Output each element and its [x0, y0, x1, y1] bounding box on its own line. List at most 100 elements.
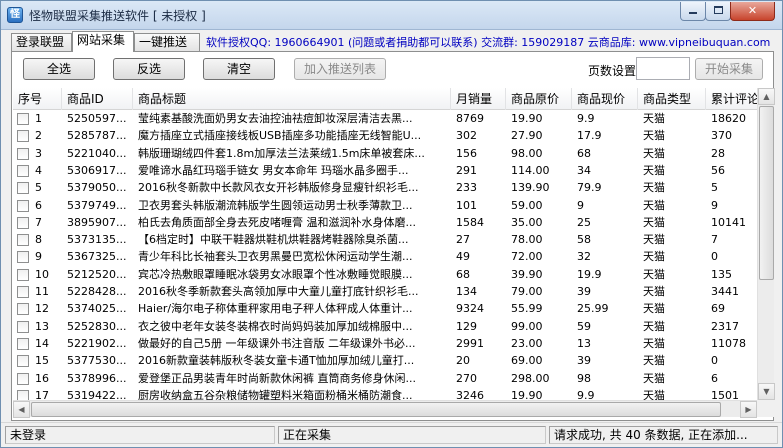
title-bar[interactable]: 怪 怪物联盟采集推送软件 [ 未授权 ] ✕: [1, 1, 782, 30]
license-info: 软件授权QQ: 1960664901 (问题或者捐助都可以联系) 交流群: 15…: [206, 36, 771, 49]
cell-product-id: 5378996...: [67, 371, 127, 385]
table-row[interactable]: 12 5374025... Haier/海尔电子称体重秤家用电子秤人体秤成人体重计.…: [13, 300, 757, 318]
horizontal-scroll-thumb[interactable]: [31, 402, 721, 417]
cell-monthly-sales: 302: [456, 129, 477, 143]
invert-selection-button[interactable]: 反选: [113, 58, 185, 80]
header-monthly-sales[interactable]: 月销量: [451, 88, 506, 110]
cell-original-price: 69.00: [511, 354, 543, 368]
table-row[interactable]: 13 5252830... 衣之彼中老年女装冬装棉衣时尚妈妈装加厚加绒棉服中... 1…: [13, 318, 757, 336]
tab-push[interactable]: 一键推送: [134, 33, 200, 51]
cell-product-id: 5221040...: [67, 146, 127, 160]
table-row[interactable]: 10 5212520... 宾芯冷热敷眼罩睡眠冰袋男女冰眼罩个性冰敷睡觉眼膜... 6…: [13, 266, 757, 284]
cell-original-price: 27.90: [511, 129, 543, 143]
cell-monthly-sales: 3246: [456, 388, 484, 400]
header-original-price[interactable]: 商品原价: [506, 88, 572, 110]
vertical-scrollbar[interactable]: ▲ ▼: [757, 88, 775, 400]
pages-input[interactable]: [636, 57, 690, 80]
table-row[interactable]: 11 5228428... 2016秋冬季新款套头高领加厚中大童儿童打底针织衫毛..…: [13, 283, 757, 301]
cell-comments: 0: [711, 354, 718, 368]
cell-current-price: 68: [577, 146, 591, 160]
cell-product-title: 卫衣男套头韩版潮流韩版学生圆领运动男士秋季薄款卫...: [138, 198, 413, 212]
header-product-title[interactable]: 商品标题: [133, 88, 451, 110]
cell-product-id: 5379749...: [67, 198, 127, 212]
status-login: 未登录: [5, 426, 275, 444]
cell-monthly-sales: 68: [456, 267, 470, 281]
table-row[interactable]: 7 3895907... 柏氏去角质面部全身去死皮啫喱膏 温和滋润补水身体磨... 1…: [13, 214, 757, 232]
table-row[interactable]: 14 5221902... 做最好的自己5册 一年级课外书注音版 二年级课外书必..…: [13, 335, 757, 353]
cell-product-type: 天猫: [643, 163, 665, 177]
header-seq[interactable]: 序号: [13, 88, 62, 110]
cell-product-title: 青少年科比长袖套头卫衣男黑曼巴宽松休闲运动学生潮...: [138, 250, 413, 264]
cell-current-price: 25.99: [577, 302, 609, 316]
cell-original-price: 59.00: [511, 198, 543, 212]
scroll-up-icon[interactable]: ▲: [758, 88, 775, 105]
cell-seq: 16: [35, 371, 49, 385]
cell-current-price: 58: [577, 233, 591, 247]
status-bar: 未登录 正在采集 请求成功, 共 40 条数据, 正在添加...: [1, 422, 782, 447]
cell-product-type: 天猫: [643, 146, 665, 160]
header-product-id[interactable]: 商品ID: [62, 88, 133, 110]
cell-product-title: 莹纯素基酸洗面奶男女去油控油祛痘卸妆深层清洁去黑...: [138, 112, 413, 125]
table-row[interactable]: 6 5379749... 卫衣男套头韩版潮流韩版学生圆领运动男士秋季薄款卫... 10…: [13, 197, 757, 215]
start-collect-button[interactable]: 开始采集: [695, 58, 763, 80]
horizontal-scrollbar[interactable]: ◀ ▶: [13, 400, 757, 418]
cell-current-price: 34: [577, 163, 591, 177]
tab-login[interactable]: 登录联盟: [11, 33, 72, 51]
scroll-right-icon[interactable]: ▶: [740, 401, 757, 418]
table-row[interactable]: 3 5221040... 韩版珊瑚绒四件套1.8m加厚法兰法莱绒1.5m床单被套床.…: [13, 145, 757, 163]
cell-product-type: 天猫: [643, 129, 665, 143]
add-push-list-button[interactable]: 加入推送列表: [294, 58, 386, 80]
window-title: 怪物联盟采集推送软件 [ 未授权 ]: [29, 9, 206, 23]
table-row[interactable]: 15 5377530... 2016新款童装韩版秋冬装女童卡通T恤加厚加绒儿童打..…: [13, 352, 757, 370]
table-row[interactable]: 1 5250597... 莹纯素基酸洗面奶男女去油控油祛痘卸妆深层清洁去黑... 87…: [13, 110, 757, 128]
cell-current-price: 19.9: [577, 267, 602, 281]
cell-product-title: 爱唯谛水晶红玛瑙手链女 男女本命年 玛瑙水晶多圈手...: [138, 163, 409, 177]
cell-product-title: 柏氏去角质面部全身去死皮啫喱膏 温和滋润补水身体磨...: [138, 215, 416, 229]
table-row[interactable]: 5 5379050... 2016秋冬新款中长款风衣女开衫韩版修身显瘦针织衫毛...…: [13, 179, 757, 197]
cell-seq: 8: [35, 233, 42, 247]
table-row[interactable]: 16 5378996... 爱登堡正品男装青年时尚新款休闲裤 直筒商务修身休闲...…: [13, 370, 757, 388]
cell-monthly-sales: 101: [456, 198, 477, 212]
header-comments[interactable]: 累计评论: [706, 88, 757, 110]
cell-current-price: 59: [577, 319, 591, 333]
table-header: 序号 商品ID 商品标题 月销量 商品原价 商品现价 商品类型 累计评论: [13, 88, 757, 110]
cell-product-type: 天猫: [643, 319, 665, 333]
table-row[interactable]: 2 5285787... 魔方插座立式插座接线板USB插座多功能插座无线智能U...…: [13, 127, 757, 145]
tab-collect[interactable]: 网站采集: [72, 31, 134, 52]
cell-monthly-sales: 291: [456, 163, 477, 177]
table-row[interactable]: 9 5367325... 青少年科比长袖套头卫衣男黑曼巴宽松休闲运动学生潮... 49…: [13, 248, 757, 266]
cell-product-id: 5221902...: [67, 336, 127, 350]
cell-seq: 10: [35, 267, 49, 281]
cell-product-title: 2016秋冬新款中长款风衣女开衫韩版修身显瘦针织衫毛...: [138, 181, 419, 195]
cell-original-price: 79.00: [511, 285, 543, 298]
cell-seq: 17: [35, 388, 49, 400]
cell-original-price: 19.90: [511, 112, 543, 125]
cell-seq: 5: [35, 181, 42, 195]
minimize-button[interactable]: [680, 2, 706, 21]
cell-comments: 10141: [711, 215, 746, 229]
cell-product-title: 厨房收纳盒五谷杂粮储物罐塑料米箱面粉桶米桶防潮食...: [138, 388, 413, 400]
cell-seq: 6: [35, 198, 42, 212]
cell-original-price: 99.00: [511, 319, 543, 333]
table-row[interactable]: 4 5306917... 爱唯谛水晶红玛瑙手链女 男女本命年 玛瑙水晶多圈手... 2…: [13, 162, 757, 180]
cell-comments: 11078: [711, 336, 746, 350]
cell-product-type: 天猫: [643, 388, 665, 400]
header-current-price[interactable]: 商品现价: [572, 88, 638, 110]
cell-monthly-sales: 233: [456, 181, 477, 195]
scroll-left-icon[interactable]: ◀: [13, 401, 30, 418]
header-product-type[interactable]: 商品类型: [638, 88, 706, 110]
clear-button[interactable]: 清空: [203, 58, 275, 80]
maximize-button[interactable]: [705, 2, 731, 21]
vertical-scroll-thumb[interactable]: [759, 106, 774, 280]
scroll-down-icon[interactable]: ▼: [758, 383, 775, 400]
close-button[interactable]: ✕: [730, 2, 775, 21]
cell-product-type: 天猫: [643, 181, 665, 195]
cell-comments: 56: [711, 163, 725, 177]
cell-product-id: 5319422...: [67, 388, 127, 400]
cell-product-title: 衣之彼中老年女装冬装棉衣时尚妈妈装加厚加绒棉服中...: [138, 319, 413, 333]
select-all-button[interactable]: 全选: [23, 58, 95, 80]
cell-product-id: 5228428...: [67, 285, 127, 298]
maximize-icon: [713, 6, 723, 14]
table-row[interactable]: 17 5319422... 厨房收纳盒五谷杂粮储物罐塑料米箱面粉桶米桶防潮食... 3…: [13, 387, 757, 400]
table-row[interactable]: 8 5373135... 【6档定时】中联干鞋器烘鞋机烘鞋器烤鞋器除臭杀菌... 27…: [13, 231, 757, 249]
